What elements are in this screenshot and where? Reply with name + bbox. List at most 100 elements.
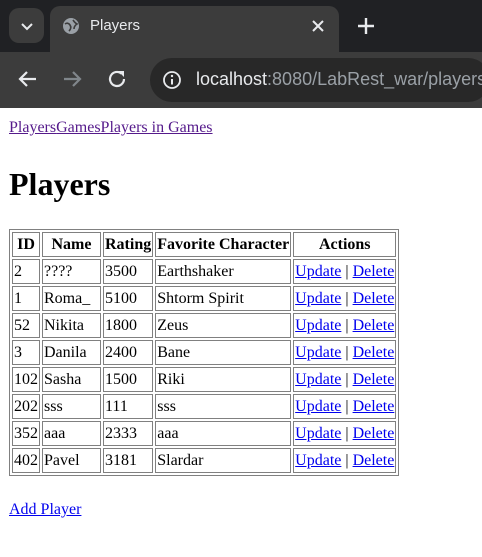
table-row: 352 aaa 2333 aaa Update | Delete [12,421,397,446]
browser-chrome: Players localhost:8080/LabRest_war/playe… [0,0,482,108]
cell-id: 52 [12,313,40,338]
cell-favorite-character: sss [155,394,292,419]
forward-arrow-icon[interactable] [60,67,84,91]
table-row: 102 Sasha 1500 Riki Update | Delete [12,367,397,392]
table-row: 3 Danila 2400 Bane Update | Delete [12,340,397,365]
table-row: 2???? 3500 Earthshaker Update | Delete [12,259,397,284]
update-link[interactable]: Update [295,425,341,442]
players-table-body: 2???? 3500 Earthshaker Update | Delete 1 Roma… [12,259,397,473]
update-link[interactable]: Update [295,317,341,334]
add-player-link[interactable]: Add Player [9,501,81,519]
globe-icon [63,18,79,34]
action-separator: | [345,398,349,415]
cell-name: sss [42,394,101,419]
delete-link[interactable]: Delete [353,290,395,307]
column-header-actions: Actions [293,232,397,257]
action-separator: | [345,371,349,388]
cell-name: Nikita [42,313,101,338]
top-navigation: PlayersGamesPlayers in Games [9,118,213,138]
update-link[interactable]: Update [295,263,341,280]
delete-link[interactable]: Delete [353,425,395,442]
cell-name: aaa [42,421,101,446]
update-link[interactable]: Update [295,344,341,361]
action-separator: | [345,263,349,280]
cell-name: Sasha [42,367,101,392]
update-link[interactable]: Update [295,452,341,469]
cell-rating: 2400 [103,340,154,365]
table-row: 202 sss 111 sss Update | Delete [12,394,397,419]
cell-actions: Update | Delete [293,394,397,419]
address-bar[interactable]: localhost:8080/LabRest_war/players [150,58,482,102]
action-separator: | [345,317,349,334]
cell-favorite-character: aaa [155,421,292,446]
cell-name: Pavel [42,448,101,473]
cell-actions: Update | Delete [293,367,397,392]
info-icon[interactable] [162,70,182,90]
back-arrow-icon[interactable] [16,67,40,91]
cell-actions: Update | Delete [293,448,397,473]
table-row: 52 Nikita 1800 Zeus Update | Delete [12,313,397,338]
delete-link[interactable]: Delete [353,398,395,415]
delete-link[interactable]: Delete [353,452,395,469]
cell-rating: 5100 [103,286,154,311]
tab-title: Players [90,17,141,34]
new-tab-icon[interactable] [355,15,377,37]
action-separator: | [345,452,349,469]
url-host: localhost [196,69,268,89]
update-link[interactable]: Update [295,398,341,415]
cell-rating: 111 [103,394,154,419]
cell-actions: Update | Delete [293,259,397,284]
cell-id: 102 [12,367,40,392]
column-header-favorite-character: Favorite Character [155,232,292,257]
update-link[interactable]: Update [295,371,341,388]
cell-rating: 1500 [103,367,154,392]
reload-icon[interactable] [105,67,129,91]
cell-name: ???? [42,259,101,284]
table-row: 402 Pavel 3181 Slardar Update | Delete [12,448,397,473]
cell-favorite-character: Shtorm Spirit [155,286,292,311]
delete-link[interactable]: Delete [353,371,395,388]
column-header-rating: Rating [103,232,154,257]
delete-link[interactable]: Delete [353,263,395,280]
tab-strip: Players [0,0,482,52]
cell-id: 1 [12,286,40,311]
cell-name: Danila [42,340,101,365]
cell-favorite-character: Earthshaker [155,259,292,284]
cell-id: 352 [12,421,40,446]
update-link[interactable]: Update [295,290,341,307]
cell-rating: 3500 [103,259,154,284]
table-header-row: ID Name Rating Favorite Character Action… [12,232,397,257]
delete-link[interactable]: Delete [353,317,395,334]
column-header-id: ID [12,232,40,257]
chevron-down-icon [20,22,33,30]
url-text: localhost:8080/LabRest_war/players [196,69,482,90]
table-row: 1 Roma_ 5100 Shtorm Spirit Update | Delete [12,286,397,311]
nav-link-players[interactable]: Players [9,119,56,136]
tab-search-button[interactable] [9,8,44,43]
action-separator: | [345,344,349,361]
cell-actions: Update | Delete [293,421,397,446]
close-icon[interactable] [309,17,327,35]
cell-favorite-character: Riki [155,367,292,392]
cell-favorite-character: Bane [155,340,292,365]
cell-rating: 1800 [103,313,154,338]
cell-id: 3 [12,340,40,365]
page-title: Players [9,166,111,202]
cell-actions: Update | Delete [293,313,397,338]
players-table: ID Name Rating Favorite Character Action… [9,229,400,476]
cell-actions: Update | Delete [293,340,397,365]
browser-tab[interactable]: Players [50,6,339,52]
url-path: :8080/LabRest_war/players [267,69,482,89]
cell-rating: 2333 [103,421,154,446]
browser-toolbar: localhost:8080/LabRest_war/players [0,52,482,108]
delete-link[interactable]: Delete [353,344,395,361]
nav-link-games[interactable]: Games [56,119,100,136]
cell-actions: Update | Delete [293,286,397,311]
cell-id: 202 [12,394,40,419]
action-separator: | [345,290,349,307]
cell-favorite-character: Zeus [155,313,292,338]
action-separator: | [345,425,349,442]
nav-link-players-in-games[interactable]: Players in Games [101,119,213,136]
cell-id: 2 [12,259,40,284]
cell-id: 402 [12,448,40,473]
